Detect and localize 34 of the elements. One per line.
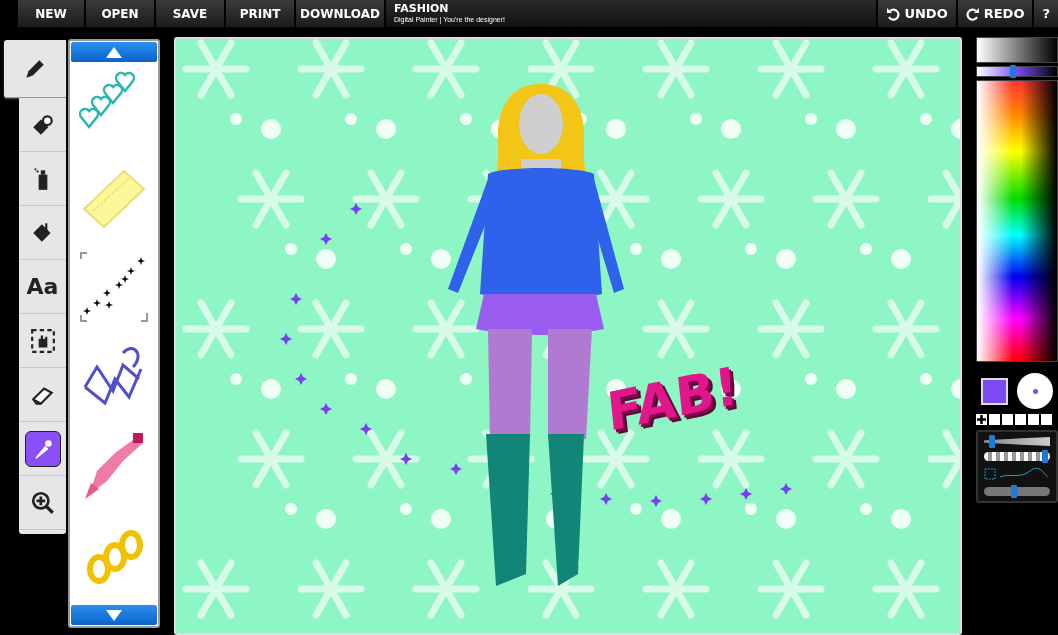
slider-thumb[interactable] (988, 435, 995, 448)
smoothing-slider[interactable] (984, 487, 1050, 496)
menu-button[interactable]: OPEN (86, 0, 154, 27)
undo-icon (886, 6, 901, 21)
slider-thumb[interactable] (1010, 65, 1016, 78)
scroll-up-button[interactable] (71, 42, 157, 62)
redo-icon (965, 6, 980, 21)
slider-thumb[interactable] (1010, 485, 1017, 498)
up-arrow-icon (106, 46, 122, 58)
canvas-caption: FAB! (604, 355, 741, 443)
help-button[interactable]: ? (1034, 0, 1058, 27)
app-title: FASHION (394, 3, 450, 15)
down-arrow-icon (106, 609, 122, 621)
menu-button[interactable]: SAVE (156, 0, 224, 27)
scroll-down-button[interactable] (71, 605, 157, 625)
zoom-in-icon (29, 489, 56, 516)
redo-button[interactable]: REDO (957, 0, 1033, 27)
current-color-swatch (980, 377, 1008, 405)
menu-button[interactable]: NEW (18, 0, 84, 27)
menu-button[interactable]: PRINT (226, 0, 294, 27)
color-spectrum[interactable] (976, 80, 1058, 362)
menu-button[interactable]: DOWNLOAD (296, 0, 384, 27)
slider-thumb[interactable] (1042, 450, 1048, 463)
smoothing-curve-icon (984, 467, 1050, 481)
hand-select-icon (29, 327, 56, 354)
size-slider[interactable] (984, 437, 1050, 446)
undo-button[interactable]: UNDO (878, 0, 956, 27)
grayscale-bar[interactable] (976, 37, 1058, 63)
plus-icon (977, 415, 986, 424)
brush-dot (1032, 388, 1038, 394)
shade-slider[interactable] (976, 66, 1058, 77)
pencil-tool[interactable] (4, 40, 66, 98)
opacity-slider[interactable] (984, 452, 1050, 461)
add-color-button[interactable] (976, 414, 987, 425)
